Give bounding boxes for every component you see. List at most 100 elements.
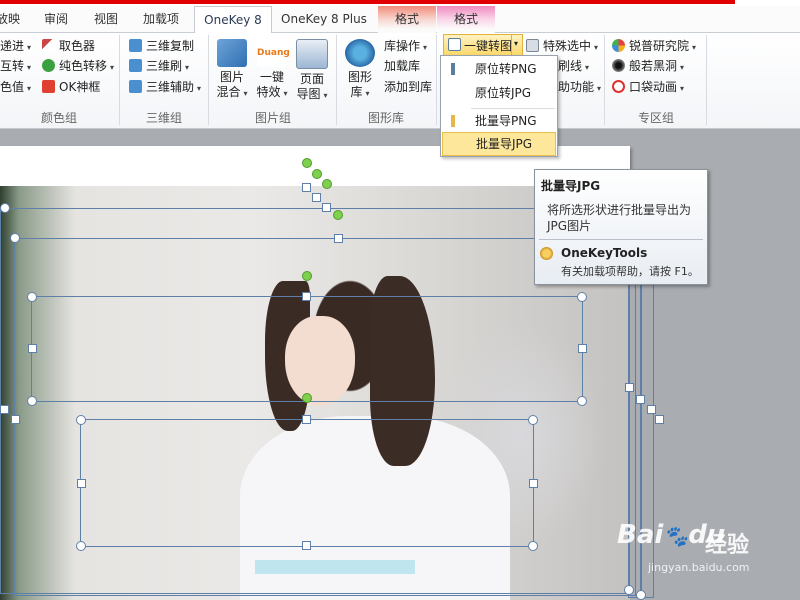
ok-frame-button[interactable]: OK神框 <box>42 78 100 95</box>
resize-handle[interactable] <box>529 479 538 488</box>
group-separator <box>604 35 605 125</box>
image-group-label: 图片组 <box>254 111 291 125</box>
eyedropper-icon <box>42 39 55 52</box>
rotate-handle[interactable] <box>312 169 322 179</box>
split-divider <box>511 35 512 55</box>
resize-handle[interactable] <box>647 405 656 414</box>
pocket-animation-button[interactable]: 口袋动画 ▾ <box>612 78 684 95</box>
resize-handle[interactable] <box>655 415 664 424</box>
resize-handle[interactable] <box>625 383 634 392</box>
page-export-label-1: 页面 <box>299 72 324 86</box>
corner-handle[interactable] <box>577 396 587 406</box>
tab-onekey8[interactable]: OneKey 8 <box>194 6 272 34</box>
brush-line-button[interactable]: 刷线 ▾ <box>558 57 589 74</box>
corner-handle[interactable] <box>27 396 37 406</box>
corner-handle[interactable] <box>624 585 634 595</box>
corner-handle[interactable] <box>76 415 86 425</box>
3d-assist-button[interactable]: 三维辅助 ▾ <box>129 78 201 95</box>
resize-handle[interactable] <box>28 344 37 353</box>
hexagon-icon <box>345 39 375 67</box>
convert-image-icon <box>448 38 461 51</box>
gear-icon <box>540 247 553 260</box>
assist-function-label: 助功能 <box>558 80 595 94</box>
corner-handle[interactable] <box>636 590 646 600</box>
3d-brush-button[interactable]: 三维刷 ▾ <box>129 57 189 74</box>
one-key-convert-split-button[interactable]: 一键转图 ▾ <box>443 34 523 56</box>
load-library-label: 加载库 <box>384 59 421 73</box>
add-to-library-button[interactable]: 添加到库 <box>384 78 432 95</box>
rotate-handle[interactable] <box>302 158 312 168</box>
3d-brush-label: 三维刷 <box>146 59 183 73</box>
solid-transfer-label: 纯色转移 <box>59 59 108 73</box>
black-hole-button[interactable]: 般若黑洞 ▾ <box>612 57 684 74</box>
swap-button[interactable]: 互转 ▾ <box>0 57 31 74</box>
chevron-down-icon[interactable]: ▾ <box>514 39 518 48</box>
solid-transfer-button[interactable]: 纯色转移 ▾ <box>42 57 114 74</box>
selection-frame-edge-2[interactable] <box>640 280 654 598</box>
resize-handle[interactable] <box>302 183 311 192</box>
corner-handle[interactable] <box>0 203 10 213</box>
tab-review[interactable]: 审阅 <box>40 6 72 32</box>
rotate-handle[interactable] <box>302 393 312 403</box>
gradient-label: 递进 <box>0 39 25 53</box>
corner-handle[interactable] <box>528 415 538 425</box>
black-hole-label: 般若黑洞 <box>629 59 678 73</box>
corner-handle[interactable] <box>76 541 86 551</box>
rapid-institute-label: 锐普研究院 <box>629 39 690 53</box>
special-select-button[interactable]: 特殊选中 ▾ <box>526 37 598 54</box>
color-picker-button[interactable]: 取色器 <box>42 37 95 54</box>
resize-handle[interactable] <box>77 479 86 488</box>
menu-item-inplace-jpg[interactable]: 原位转JPG <box>441 82 555 104</box>
palette-icon <box>42 59 55 72</box>
shape-library-button[interactable]: 图形 库 ▾ <box>342 39 378 101</box>
one-key-effect-button[interactable]: Duang 一键 特效 ▾ <box>254 39 290 101</box>
resize-handle[interactable] <box>302 292 311 301</box>
corner-handle[interactable] <box>577 292 587 302</box>
menu-item-inplace-png[interactable]: 原位转PNG <box>441 58 555 80</box>
resize-handle[interactable] <box>578 344 587 353</box>
resize-handle[interactable] <box>636 395 645 404</box>
3d-group-label: 三维组 <box>145 111 182 125</box>
menu-item-label: 批量导JPG <box>476 137 533 151</box>
resize-handle[interactable] <box>312 193 321 202</box>
rapid-institute-button[interactable]: 锐普研究院 ▾ <box>612 37 696 54</box>
menu-item-batch-jpg[interactable]: 批量导JPG <box>442 132 556 156</box>
tab-format-1[interactable]: 格式 <box>386 6 428 32</box>
gradient-button[interactable]: 递进 ▾ <box>0 37 31 54</box>
selection-frame-bottom[interactable] <box>80 419 534 547</box>
3d-copy-button[interactable]: 三维复制 <box>129 37 194 54</box>
select-icon <box>526 39 539 52</box>
load-library-button[interactable]: 加载库 <box>384 57 420 74</box>
swap-label: 互转 <box>0 59 25 73</box>
selection-frame-top[interactable] <box>31 296 583 402</box>
tab-view[interactable]: 视图 <box>90 6 122 32</box>
resize-handle[interactable] <box>302 415 311 424</box>
corner-handle[interactable] <box>528 541 538 551</box>
rotate-handle[interactable] <box>302 271 312 281</box>
color-value-button[interactable]: 色值 ▾ <box>0 78 31 95</box>
resize-handle[interactable] <box>11 415 20 424</box>
corner-handle[interactable] <box>10 233 20 243</box>
cube-icon <box>129 39 142 52</box>
shape-library-label-2: 库 ▾ <box>350 85 370 99</box>
library-ops-button[interactable]: 库操作 ▾ <box>384 37 427 54</box>
image-mix-button[interactable]: 图片 混合 ▾ <box>214 39 250 101</box>
tab-addins[interactable]: 加载项 <box>140 6 182 32</box>
one-key-effect-label-2: 特效 ▾ <box>256 85 288 99</box>
resize-handle[interactable] <box>322 203 331 212</box>
tab-onekey8-plus[interactable]: OneKey 8 Plus <box>280 6 368 32</box>
rotate-handle[interactable] <box>322 179 332 189</box>
resize-handle[interactable] <box>302 541 311 550</box>
resize-handle[interactable] <box>334 234 343 243</box>
corner-handle[interactable] <box>27 292 37 302</box>
tab-format-2[interactable]: 格式 <box>445 6 487 32</box>
tab-slideshow[interactable]: 放映 <box>0 6 20 32</box>
resize-handle[interactable] <box>0 405 9 414</box>
menu-separator <box>471 108 555 109</box>
frame-icon <box>42 80 55 93</box>
rotate-handle[interactable] <box>333 210 343 220</box>
menu-item-batch-png[interactable]: 批量导PNG <box>441 110 555 132</box>
assist-function-button[interactable]: 助功能 ▾ <box>558 78 601 95</box>
page-export-label-2: 导图 ▾ <box>296 87 328 101</box>
page-export-button[interactable]: 页面 导图 ▾ <box>294 39 330 103</box>
